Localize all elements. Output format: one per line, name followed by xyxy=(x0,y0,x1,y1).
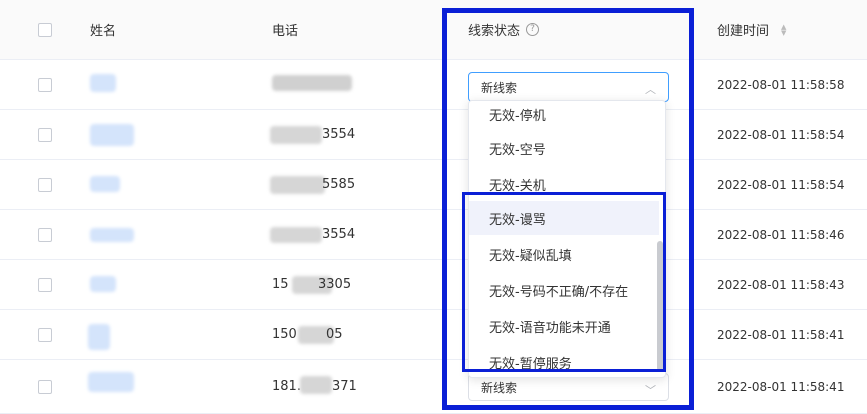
row-checkbox[interactable] xyxy=(38,60,52,109)
blurred-name xyxy=(88,372,134,392)
phone-partial: 3554 xyxy=(322,127,356,142)
created-time: 2022-08-01 11:58:46 xyxy=(717,227,845,242)
blurred-phone xyxy=(270,227,322,243)
table-row: 15 3305 2022-08-01 11:58:43 xyxy=(0,260,867,310)
blurred-phone xyxy=(272,75,352,91)
blurred-name xyxy=(88,324,110,350)
row-checkbox[interactable] xyxy=(38,360,52,413)
blurred-name xyxy=(90,124,134,146)
phone-partial: 3305 xyxy=(318,277,352,292)
phone-prefix: 150 xyxy=(272,327,297,342)
row-checkbox[interactable] xyxy=(38,310,52,359)
sort-icon[interactable]: ▲ ▼ xyxy=(781,23,786,36)
phone-prefix: 181. xyxy=(272,379,301,394)
header-created[interactable]: 创建时间 ▲ ▼ xyxy=(717,0,786,59)
table-row: 150 05 2022-08-01 11:58:41 xyxy=(0,310,867,360)
header-created-label: 创建时间 xyxy=(717,24,770,39)
blurred-name xyxy=(90,176,120,192)
row-checkbox[interactable] xyxy=(38,260,52,309)
created-time: 2022-08-01 11:58:43 xyxy=(717,277,845,292)
phone-partial: 3554 xyxy=(322,227,356,242)
created-time: 2022-08-01 11:58:58 xyxy=(717,77,845,92)
phone-prefix: 15 xyxy=(272,277,289,292)
phone-partial: 5585 xyxy=(322,177,356,192)
select-all-checkbox[interactable] xyxy=(38,0,52,59)
created-time: 2022-08-01 11:58:41 xyxy=(717,327,845,342)
phone-partial: 05 xyxy=(326,327,343,342)
created-time: 2022-08-01 11:58:54 xyxy=(717,127,845,142)
row-checkbox[interactable] xyxy=(38,210,52,259)
header-name: 姓名 xyxy=(90,24,117,39)
table-row: 2022-08-01 11:58:58 xyxy=(0,60,867,110)
created-time: 2022-08-01 11:58:54 xyxy=(717,177,845,192)
table-header: 姓名 电话 线索状态 ? 创建时间 ▲ ▼ xyxy=(0,0,867,60)
table-row: 3554 2022-08-01 11:58:46 xyxy=(0,210,867,260)
table-row: 181. 371 2022-08-01 11:58:41 xyxy=(0,360,867,414)
row-checkbox[interactable] xyxy=(38,160,52,209)
blurred-name xyxy=(90,74,116,92)
header-phone: 电话 xyxy=(272,24,299,39)
blurred-name xyxy=(90,276,116,292)
table-row: 5585 2022-08-01 11:58:54 xyxy=(0,160,867,210)
row-checkbox[interactable] xyxy=(38,110,52,159)
blurred-phone xyxy=(300,376,332,394)
blurred-phone xyxy=(270,176,325,194)
blurred-phone xyxy=(270,126,322,144)
created-time: 2022-08-01 11:58:41 xyxy=(717,379,845,394)
highlight-frame-options xyxy=(462,192,666,372)
table-row: 3554 2022-08-01 11:58:54 xyxy=(0,110,867,160)
phone-partial: 371 xyxy=(332,379,357,394)
blurred-name xyxy=(90,228,134,242)
